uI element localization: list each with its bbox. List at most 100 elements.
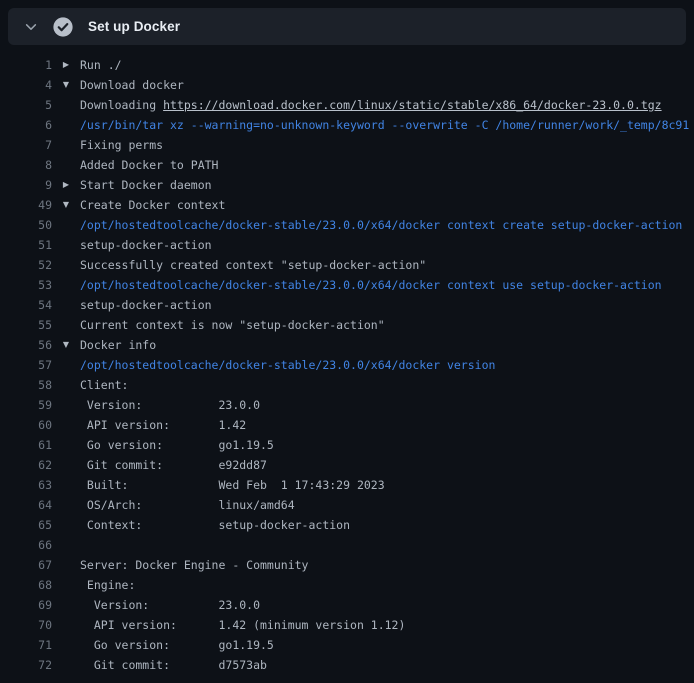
plain-text: Downloading (80, 98, 163, 112)
log-group-header-row[interactable]: 56▼Docker info (0, 335, 694, 355)
line-number[interactable]: 51 (0, 235, 52, 255)
marker-spacer (52, 555, 80, 575)
line-number[interactable]: 61 (0, 435, 52, 455)
log-line-text: Added Docker to PATH (80, 155, 694, 175)
line-number[interactable]: 49 (0, 195, 52, 215)
marker-spacer (52, 455, 80, 475)
log-line-text: Git commit: d7573ab (80, 655, 694, 675)
log-line-row: 62 Git commit: e92dd87 (0, 455, 694, 475)
log-line-text: Successfully created context "setup-dock… (80, 255, 694, 275)
line-number[interactable]: 50 (0, 215, 52, 235)
line-number[interactable]: 58 (0, 375, 52, 395)
command-text: /opt/hostedtoolcache/docker-stable/23.0.… (80, 218, 682, 232)
marker-spacer (52, 215, 80, 235)
plain-text: Context: setup-docker-action (80, 518, 350, 532)
plain-text: Create Docker context (80, 198, 225, 212)
line-number[interactable]: 65 (0, 515, 52, 535)
chevron-down-icon[interactable] (22, 20, 40, 34)
line-number[interactable]: 52 (0, 255, 52, 275)
marker-spacer (52, 495, 80, 515)
log-line-row: 8 Added Docker to PATH (0, 155, 694, 175)
group-expanded-icon[interactable]: ▼ (52, 195, 80, 215)
log-group-header-row[interactable]: 1▶Run ./ (0, 55, 694, 75)
marker-spacer (52, 255, 80, 275)
plain-text: Version: 23.0.0 (80, 398, 260, 412)
plain-text: Added Docker to PATH (80, 158, 218, 172)
download-url-link[interactable]: https://download.docker.com/linux/static… (163, 98, 662, 112)
marker-spacer (52, 475, 80, 495)
log-line-text: Go version: go1.19.5 (80, 435, 694, 455)
line-number[interactable]: 4 (0, 75, 52, 95)
plain-text: Server: Docker Engine - Community (80, 558, 308, 572)
log-line-text: Downloading https://download.docker.com/… (80, 95, 694, 115)
marker-spacer (52, 295, 80, 315)
plain-text: Fixing perms (80, 138, 163, 152)
log-line-text: Create Docker context (80, 195, 694, 215)
log-line-row: 66 (0, 535, 694, 555)
marker-spacer (52, 535, 80, 555)
log-line-text: Go version: go1.19.5 (80, 635, 694, 655)
line-number[interactable]: 59 (0, 395, 52, 415)
line-number[interactable]: 1 (0, 55, 52, 75)
step-header[interactable]: Set up Docker (8, 8, 686, 45)
group-expanded-icon[interactable]: ▼ (52, 75, 80, 95)
line-number[interactable]: 8 (0, 155, 52, 175)
plain-text: Current context is now "setup-docker-act… (80, 318, 385, 332)
log-line-text: Docker info (80, 335, 694, 355)
line-number[interactable]: 64 (0, 495, 52, 515)
line-number[interactable]: 55 (0, 315, 52, 335)
log-line-row: 6/usr/bin/tar xz --warning=no-unknown-ke… (0, 115, 694, 135)
group-expanded-icon[interactable]: ▼ (52, 335, 80, 355)
line-number[interactable]: 9 (0, 175, 52, 195)
plain-text: Start Docker daemon (80, 178, 212, 192)
line-number[interactable]: 54 (0, 295, 52, 315)
log-line-row: 54setup-docker-action (0, 295, 694, 315)
line-number[interactable]: 6 (0, 115, 52, 135)
line-number[interactable]: 67 (0, 555, 52, 575)
log-line-text: /opt/hostedtoolcache/docker-stable/23.0.… (80, 275, 694, 295)
line-number[interactable]: 69 (0, 595, 52, 615)
log-line-row: 55 Current context is now "setup-docker-a… (0, 315, 694, 335)
line-number[interactable]: 5 (0, 95, 52, 115)
log-line-text: /opt/hostedtoolcache/docker-stable/23.0.… (80, 355, 694, 375)
log-line-text: Client: (80, 375, 694, 395)
log-line-text: OS/Arch: linux/amd64 (80, 495, 694, 515)
log-line-row: 60 API version: 1.42 (0, 415, 694, 435)
log-line-row: 51 setup-docker-action (0, 235, 694, 255)
group-collapsed-icon[interactable]: ▶ (52, 175, 80, 195)
plain-text: Successfully created context "setup-dock… (80, 258, 426, 272)
log-group-header-row[interactable]: 9▶Start Docker daemon (0, 175, 694, 195)
log-line-row: 5 Downloading https://download.docker.com… (0, 95, 694, 115)
plain-text: setup-docker-action (80, 238, 212, 252)
line-number[interactable]: 66 (0, 535, 52, 555)
plain-text: Git commit: e92dd87 (80, 458, 267, 472)
log-group-header-row[interactable]: 4▼Download docker (0, 75, 694, 95)
marker-spacer (52, 375, 80, 395)
line-number[interactable]: 56 (0, 335, 52, 355)
log-line-row: 72 Git commit: d7573ab (0, 655, 694, 675)
marker-spacer (52, 275, 80, 295)
line-number[interactable]: 63 (0, 475, 52, 495)
line-number[interactable]: 68 (0, 575, 52, 595)
command-text: /opt/hostedtoolcache/docker-stable/23.0.… (80, 358, 495, 372)
log-group-header-row[interactable]: 49▼Create Docker context (0, 195, 694, 215)
plain-text: API version: 1.42 (minimum version 1.12) (80, 618, 405, 632)
plain-text: Engine: (80, 578, 135, 592)
line-number[interactable]: 70 (0, 615, 52, 635)
line-number[interactable]: 62 (0, 455, 52, 475)
marker-spacer (52, 615, 80, 635)
group-collapsed-icon[interactable]: ▶ (52, 55, 80, 75)
line-number[interactable]: 60 (0, 415, 52, 435)
check-circle-icon (52, 16, 74, 38)
line-number[interactable]: 72 (0, 655, 52, 675)
log-line-text: /usr/bin/tar xz --warning=no-unknown-key… (80, 115, 694, 135)
line-number[interactable]: 71 (0, 635, 52, 655)
log-line-row: 59 Version: 23.0.0 (0, 395, 694, 415)
marker-spacer (52, 235, 80, 255)
line-number[interactable]: 7 (0, 135, 52, 155)
log-line-text: Current context is now "setup-docker-act… (80, 315, 694, 335)
marker-spacer (52, 95, 80, 115)
plain-text: Git commit: d7573ab (80, 658, 267, 672)
line-number[interactable]: 57 (0, 355, 52, 375)
line-number[interactable]: 53 (0, 275, 52, 295)
